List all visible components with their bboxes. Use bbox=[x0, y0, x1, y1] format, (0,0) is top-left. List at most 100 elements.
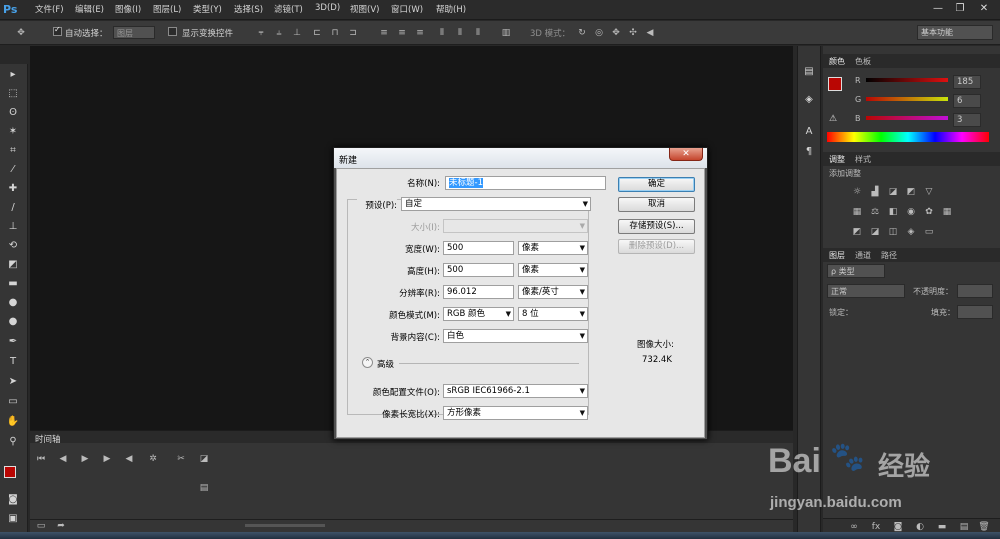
brush-tool-icon[interactable]: / bbox=[5, 200, 21, 216]
menu-select[interactable]: 选择(S) bbox=[234, 3, 263, 15]
minimize-icon[interactable]: — bbox=[928, 2, 948, 16]
align-top-icon[interactable]: ⫧ bbox=[255, 27, 267, 39]
close-icon[interactable]: ✕ bbox=[974, 2, 994, 16]
character-icon[interactable]: A bbox=[801, 124, 817, 140]
workspace-dropdown[interactable]: 基本功能 bbox=[917, 25, 993, 40]
render-video-icon[interactable]: ➦ bbox=[55, 520, 67, 532]
tab-channels[interactable]: 通道 bbox=[855, 250, 871, 261]
posterize-icon[interactable]: ◪ bbox=[869, 226, 881, 238]
r-slider[interactable] bbox=[866, 78, 948, 82]
healing-brush-icon[interactable]: ✚ bbox=[5, 181, 21, 197]
paragraph-icon[interactable]: ¶ bbox=[801, 144, 817, 160]
levels-icon[interactable]: ▟ bbox=[869, 186, 881, 198]
dodge-tool-icon[interactable]: ● bbox=[5, 314, 21, 330]
menu-view[interactable]: 视图(V) bbox=[350, 3, 379, 15]
align-hcenter-icon[interactable]: ⊓ bbox=[329, 27, 341, 39]
b-value[interactable]: 3 bbox=[953, 113, 981, 127]
brightness-icon[interactable]: ☼ bbox=[851, 186, 863, 198]
split-icon[interactable]: ✂ bbox=[175, 453, 187, 465]
quick-mask-icon[interactable]: ◙ bbox=[5, 492, 21, 508]
distribute-vcenter-icon[interactable]: ≡ bbox=[396, 27, 408, 39]
invert-icon[interactable]: ◩ bbox=[851, 226, 863, 238]
menu-3d[interactable]: 3D(D) bbox=[315, 3, 340, 13]
align-bottom-icon[interactable]: ⊥ bbox=[291, 27, 303, 39]
foreground-color-swatch[interactable] bbox=[828, 77, 842, 91]
align-vcenter-icon[interactable]: ⫨ bbox=[273, 27, 285, 39]
crop-tool-icon[interactable]: ⌗ bbox=[5, 143, 21, 159]
opacity-field[interactable] bbox=[957, 284, 993, 298]
3d-slide-icon[interactable]: ✣ bbox=[627, 27, 639, 39]
transition-icon[interactable]: ◪ bbox=[198, 453, 210, 465]
tab-layers[interactable]: 图层 bbox=[829, 250, 845, 261]
gradient-tool-icon[interactable]: ▬ bbox=[5, 276, 21, 292]
color-lookup-icon[interactable]: ▦ bbox=[941, 206, 953, 218]
audio-icon[interactable]: ◀ bbox=[123, 453, 135, 465]
history-icon[interactable]: ▤ bbox=[801, 64, 817, 80]
resolution-field[interactable]: 96.012 bbox=[443, 285, 514, 299]
hue-icon[interactable]: ▦ bbox=[851, 206, 863, 218]
save-preset-button[interactable]: 存储预设(S)... bbox=[618, 219, 695, 234]
align-right-icon[interactable]: ⊐ bbox=[347, 27, 359, 39]
tab-paths[interactable]: 路径 bbox=[881, 250, 897, 261]
3d-rotate-icon[interactable]: ↻ bbox=[576, 27, 588, 39]
color-profile-dropdown[interactable]: sRGB IEC61966-2.1 ▼ bbox=[443, 384, 588, 398]
menu-type[interactable]: 类型(Y) bbox=[193, 3, 222, 15]
distribute-left-icon[interactable]: ⦀ bbox=[436, 27, 448, 39]
fill-field[interactable] bbox=[957, 305, 993, 319]
bit-depth-dropdown[interactable]: 8 位 ▼ bbox=[518, 307, 588, 321]
ok-button[interactable]: 确定 bbox=[618, 177, 695, 192]
pixel-aspect-dropdown[interactable]: 方形像素 ▼ bbox=[443, 406, 588, 420]
color-balance-icon[interactable]: ⚖ bbox=[869, 206, 881, 218]
gradient-map-icon[interactable]: ▭ bbox=[923, 226, 935, 238]
channel-mixer-icon[interactable]: ✿ bbox=[923, 206, 935, 218]
marquee-tool-icon[interactable]: ⬚ bbox=[5, 86, 21, 102]
properties-icon[interactable]: ◈ bbox=[801, 92, 817, 108]
distribute-top-icon[interactable]: ≡ bbox=[378, 27, 390, 39]
tab-swatches[interactable]: 色板 bbox=[855, 56, 871, 67]
color-mode-dropdown[interactable]: RGB 颜色 ▼ bbox=[443, 307, 514, 321]
gamut-warning-icon[interactable]: ⚠ bbox=[829, 114, 837, 124]
menu-filter[interactable]: 滤镜(T) bbox=[274, 3, 303, 15]
zoom-slider[interactable] bbox=[245, 524, 325, 527]
vibrance-icon[interactable]: ▽ bbox=[923, 186, 935, 198]
blend-mode-dropdown[interactable]: 正常 bbox=[827, 284, 905, 298]
next-frame-icon[interactable]: ▶ bbox=[101, 453, 113, 465]
curves-icon[interactable]: ◪ bbox=[887, 186, 899, 198]
path-select-icon[interactable]: ➤ bbox=[5, 374, 21, 390]
play-icon[interactable]: ▶ bbox=[79, 453, 91, 465]
prev-frame-icon[interactable]: ◀ bbox=[57, 453, 69, 465]
auto-select-dropdown[interactable]: 图层 bbox=[113, 26, 155, 39]
magic-wand-icon[interactable]: ✶ bbox=[5, 124, 21, 140]
tab-styles[interactable]: 样式 bbox=[855, 154, 871, 165]
blur-tool-icon[interactable]: ● bbox=[5, 295, 21, 311]
shape-tool-icon[interactable]: ▭ bbox=[5, 394, 21, 410]
distribute-hcenter-icon[interactable]: ⦀ bbox=[454, 27, 466, 39]
foreground-color-swatch[interactable] bbox=[4, 466, 16, 478]
screen-mode-icon[interactable]: ▣ bbox=[5, 511, 21, 527]
align-left-icon[interactable]: ⊏ bbox=[311, 27, 323, 39]
timeline-mode-icon[interactable]: ▤ bbox=[198, 482, 210, 494]
g-value[interactable]: 6 bbox=[953, 94, 981, 108]
photo-filter-icon[interactable]: ◉ bbox=[905, 206, 917, 218]
first-frame-icon[interactable]: ⏮ bbox=[35, 453, 47, 465]
type-tool-icon[interactable]: T bbox=[5, 354, 21, 370]
selective-color-icon[interactable]: ◈ bbox=[905, 226, 917, 238]
eyedropper-icon[interactable]: ⁄ bbox=[5, 162, 21, 178]
height-field[interactable]: 500 bbox=[443, 263, 514, 277]
menu-image[interactable]: 图像(I) bbox=[115, 3, 141, 15]
cancel-button[interactable]: 取消 bbox=[618, 197, 695, 212]
exposure-icon[interactable]: ◩ bbox=[905, 186, 917, 198]
size-dropdown[interactable]: ▼ bbox=[443, 219, 588, 233]
distribute-bottom-icon[interactable]: ≡ bbox=[414, 27, 426, 39]
show-transform-checkbox[interactable] bbox=[168, 27, 177, 36]
layer-filter-dropdown[interactable]: ρ 类型 bbox=[827, 264, 885, 278]
resolution-unit-dropdown[interactable]: 像素/英寸 ▼ bbox=[518, 285, 588, 299]
3d-roll-icon[interactable]: ◎ bbox=[593, 27, 605, 39]
tab-adjustments[interactable]: 调整 bbox=[829, 154, 845, 165]
move-tool-icon[interactable]: ✥ bbox=[15, 27, 27, 39]
background-dropdown[interactable]: 白色 ▼ bbox=[443, 329, 588, 343]
width-field[interactable]: 500 bbox=[443, 241, 514, 255]
preset-dropdown[interactable]: 自定 ▼ bbox=[401, 197, 591, 211]
delete-preset-button[interactable]: 删除预设(D)... bbox=[618, 239, 695, 254]
settings-icon[interactable]: ✲ bbox=[147, 453, 159, 465]
